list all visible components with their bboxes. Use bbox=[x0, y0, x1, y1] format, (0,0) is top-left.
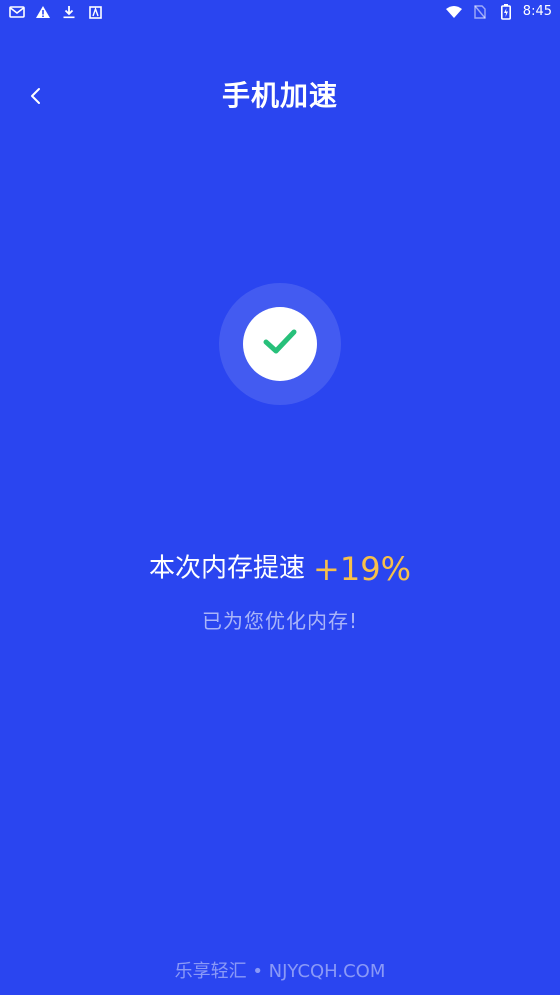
download-icon bbox=[60, 3, 78, 21]
speedup-result: 本次内存提速 +19% bbox=[0, 546, 560, 591]
status-left-icons bbox=[8, 3, 104, 21]
checkmark-icon bbox=[262, 327, 298, 361]
speedup-value: +19% bbox=[313, 549, 411, 588]
status-bar: 8:45 bbox=[0, 0, 560, 24]
page-title: 手机加速 bbox=[221, 79, 338, 112]
no-sim-icon bbox=[471, 3, 489, 21]
status-time: 8:45 bbox=[522, 4, 552, 19]
status-right-icons: 8:45 bbox=[445, 3, 552, 21]
mail-icon bbox=[8, 3, 26, 21]
battery-icon bbox=[497, 3, 515, 21]
watermark: 乐享轻汇 • NJYCQH.COM bbox=[174, 961, 386, 982]
speedup-label: 本次内存提速 bbox=[149, 553, 306, 584]
wifi-icon bbox=[445, 3, 463, 21]
optimization-message: 已为您优化内存! bbox=[201, 609, 359, 633]
warning-icon bbox=[34, 3, 52, 21]
app-icon bbox=[86, 3, 104, 21]
success-badge bbox=[243, 307, 317, 381]
header: 手机加速 bbox=[0, 70, 560, 126]
